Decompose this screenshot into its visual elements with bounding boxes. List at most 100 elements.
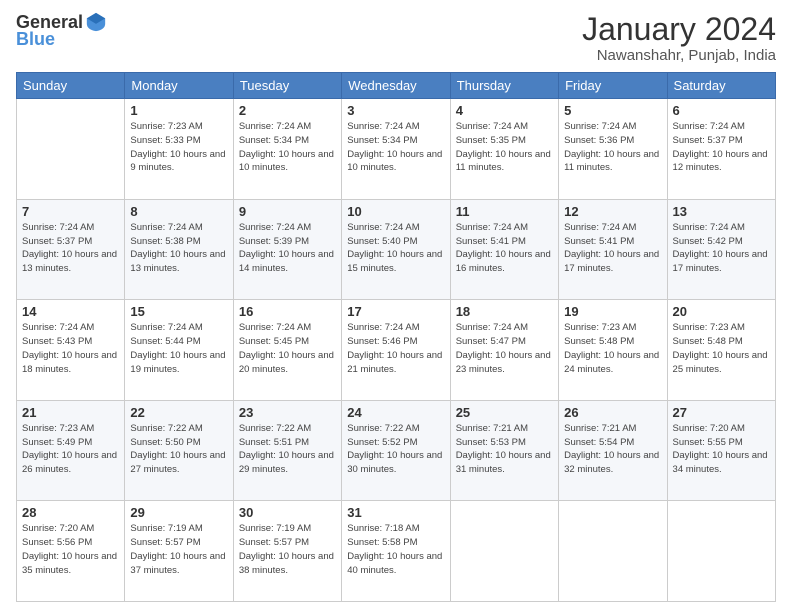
day-info: Sunrise: 7:24 AMSunset: 5:35 PMDaylight:… <box>456 120 553 175</box>
day-info: Sunrise: 7:23 AMSunset: 5:33 PMDaylight:… <box>130 120 227 175</box>
day-info: Sunrise: 7:24 AMSunset: 5:36 PMDaylight:… <box>564 120 661 175</box>
calendar-cell: 25Sunrise: 7:21 AMSunset: 5:53 PMDayligh… <box>450 400 558 501</box>
col-thursday: Thursday <box>450 73 558 99</box>
day-info: Sunrise: 7:24 AMSunset: 5:41 PMDaylight:… <box>456 221 553 276</box>
day-info: Sunrise: 7:21 AMSunset: 5:53 PMDaylight:… <box>456 422 553 477</box>
calendar-header-row: Sunday Monday Tuesday Wednesday Thursday… <box>17 73 776 99</box>
calendar-cell: 21 Sunrise: 7:23 AMSunset: 5:49 PMDayligh… <box>17 400 125 501</box>
day-number: 30 <box>239 505 336 520</box>
calendar-cell <box>667 501 775 602</box>
day-number: 13 <box>673 204 770 219</box>
calendar-cell: 23Sunrise: 7:22 AMSunset: 5:51 PMDayligh… <box>233 400 341 501</box>
location-title: Nawanshahr, Punjab, India <box>582 47 776 64</box>
calendar-cell: 1 Sunrise: 7:23 AMSunset: 5:33 PMDaylight… <box>125 99 233 200</box>
col-saturday: Saturday <box>667 73 775 99</box>
col-sunday: Sunday <box>17 73 125 99</box>
calendar-cell <box>559 501 667 602</box>
calendar-cell: 5 Sunrise: 7:24 AMSunset: 5:36 PMDaylight… <box>559 99 667 200</box>
calendar-cell: 10 Sunrise: 7:24 AMSunset: 5:40 PMDayligh… <box>342 199 450 300</box>
day-number: 6 <box>673 103 770 118</box>
day-info: Sunrise: 7:20 AMSunset: 5:55 PMDaylight:… <box>673 422 770 477</box>
calendar-cell: 8Sunrise: 7:24 AMSunset: 5:38 PMDaylight… <box>125 199 233 300</box>
day-info: Sunrise: 7:24 AMSunset: 5:37 PMDaylight:… <box>22 221 119 276</box>
calendar-cell: 16 Sunrise: 7:24 AMSunset: 5:45 PMDayligh… <box>233 300 341 401</box>
calendar-cell: 14Sunrise: 7:24 AMSunset: 5:43 PMDayligh… <box>17 300 125 401</box>
day-number: 2 <box>239 103 336 118</box>
page-title: January 2024 <box>582 12 776 47</box>
calendar-cell: 4 Sunrise: 7:24 AMSunset: 5:35 PMDaylight… <box>450 99 558 200</box>
logo: General Blue <box>16 12 107 50</box>
day-info: Sunrise: 7:24 AMSunset: 5:40 PMDaylight:… <box>347 221 444 276</box>
day-info: Sunrise: 7:18 AMSunset: 5:58 PMDaylight:… <box>347 522 444 577</box>
calendar-cell: 22 Sunrise: 7:22 AMSunset: 5:50 PMDayligh… <box>125 400 233 501</box>
day-number: 15 <box>130 304 227 319</box>
calendar-week-row: 1 Sunrise: 7:23 AMSunset: 5:33 PMDaylight… <box>17 99 776 200</box>
calendar-cell: 20 Sunrise: 7:23 AMSunset: 5:48 PMDayligh… <box>667 300 775 401</box>
calendar-week-row: 14Sunrise: 7:24 AMSunset: 5:43 PMDayligh… <box>17 300 776 401</box>
day-info: Sunrise: 7:22 AMSunset: 5:52 PMDaylight:… <box>347 422 444 477</box>
calendar-cell: 18Sunrise: 7:24 AMSunset: 5:47 PMDayligh… <box>450 300 558 401</box>
calendar-cell: 6Sunrise: 7:24 AMSunset: 5:37 PMDaylight… <box>667 99 775 200</box>
day-number: 1 <box>130 103 227 118</box>
day-number: 18 <box>456 304 553 319</box>
col-friday: Friday <box>559 73 667 99</box>
title-block: January 2024 Nawanshahr, Punjab, India <box>582 12 776 64</box>
calendar-cell: 15 Sunrise: 7:24 AMSunset: 5:44 PMDayligh… <box>125 300 233 401</box>
day-info: Sunrise: 7:23 AMSunset: 5:48 PMDaylight:… <box>564 321 661 376</box>
calendar-cell: 11 Sunrise: 7:24 AMSunset: 5:41 PMDayligh… <box>450 199 558 300</box>
calendar-cell: 30 Sunrise: 7:19 AMSunset: 5:57 PMDayligh… <box>233 501 341 602</box>
logo-icon <box>85 11 107 33</box>
day-number: 3 <box>347 103 444 118</box>
calendar-cell <box>17 99 125 200</box>
calendar-cell: 9Sunrise: 7:24 AMSunset: 5:39 PMDaylight… <box>233 199 341 300</box>
day-number: 24 <box>347 405 444 420</box>
day-number: 4 <box>456 103 553 118</box>
calendar-cell: 28Sunrise: 7:20 AMSunset: 5:56 PMDayligh… <box>17 501 125 602</box>
day-info: Sunrise: 7:24 AMSunset: 5:44 PMDaylight:… <box>130 321 227 376</box>
day-number: 7 <box>22 204 119 219</box>
day-info: Sunrise: 7:24 AMSunset: 5:45 PMDaylight:… <box>239 321 336 376</box>
day-number: 16 <box>239 304 336 319</box>
day-number: 28 <box>22 505 119 520</box>
calendar-page: General Blue January 2024 Nawanshahr, Pu… <box>0 0 792 612</box>
day-number: 21 <box>22 405 119 420</box>
day-number: 10 <box>347 204 444 219</box>
calendar-cell: 19 Sunrise: 7:23 AMSunset: 5:48 PMDayligh… <box>559 300 667 401</box>
page-header: General Blue January 2024 Nawanshahr, Pu… <box>16 12 776 64</box>
col-monday: Monday <box>125 73 233 99</box>
day-number: 9 <box>239 204 336 219</box>
col-tuesday: Tuesday <box>233 73 341 99</box>
calendar-cell: 7 Sunrise: 7:24 AMSunset: 5:37 PMDaylight… <box>17 199 125 300</box>
day-info: Sunrise: 7:23 AMSunset: 5:49 PMDaylight:… <box>22 422 119 477</box>
day-number: 17 <box>347 304 444 319</box>
calendar-week-row: 21 Sunrise: 7:23 AMSunset: 5:49 PMDayligh… <box>17 400 776 501</box>
day-number: 19 <box>564 304 661 319</box>
day-number: 14 <box>22 304 119 319</box>
calendar-cell: 29 Sunrise: 7:19 AMSunset: 5:57 PMDayligh… <box>125 501 233 602</box>
calendar-cell: 17 Sunrise: 7:24 AMSunset: 5:46 PMDayligh… <box>342 300 450 401</box>
calendar-cell: 27Sunrise: 7:20 AMSunset: 5:55 PMDayligh… <box>667 400 775 501</box>
day-info: Sunrise: 7:23 AMSunset: 5:48 PMDaylight:… <box>673 321 770 376</box>
day-info: Sunrise: 7:22 AMSunset: 5:51 PMDaylight:… <box>239 422 336 477</box>
day-number: 20 <box>673 304 770 319</box>
day-number: 29 <box>130 505 227 520</box>
day-info: Sunrise: 7:24 AMSunset: 5:42 PMDaylight:… <box>673 221 770 276</box>
day-number: 11 <box>456 204 553 219</box>
day-info: Sunrise: 7:24 AMSunset: 5:34 PMDaylight:… <box>239 120 336 175</box>
calendar-table: Sunday Monday Tuesday Wednesday Thursday… <box>16 72 776 602</box>
day-number: 22 <box>130 405 227 420</box>
logo-blue: Blue <box>16 29 55 50</box>
calendar-week-row: 7 Sunrise: 7:24 AMSunset: 5:37 PMDaylight… <box>17 199 776 300</box>
day-info: Sunrise: 7:22 AMSunset: 5:50 PMDaylight:… <box>130 422 227 477</box>
calendar-cell: 12Sunrise: 7:24 AMSunset: 5:41 PMDayligh… <box>559 199 667 300</box>
calendar-cell: 31 Sunrise: 7:18 AMSunset: 5:58 PMDayligh… <box>342 501 450 602</box>
day-number: 5 <box>564 103 661 118</box>
day-info: Sunrise: 7:19 AMSunset: 5:57 PMDaylight:… <box>130 522 227 577</box>
day-info: Sunrise: 7:21 AMSunset: 5:54 PMDaylight:… <box>564 422 661 477</box>
calendar-cell: 2 Sunrise: 7:24 AMSunset: 5:34 PMDaylight… <box>233 99 341 200</box>
day-number: 31 <box>347 505 444 520</box>
day-info: Sunrise: 7:24 AMSunset: 5:41 PMDaylight:… <box>564 221 661 276</box>
day-number: 8 <box>130 204 227 219</box>
day-info: Sunrise: 7:24 AMSunset: 5:46 PMDaylight:… <box>347 321 444 376</box>
day-info: Sunrise: 7:19 AMSunset: 5:57 PMDaylight:… <box>239 522 336 577</box>
